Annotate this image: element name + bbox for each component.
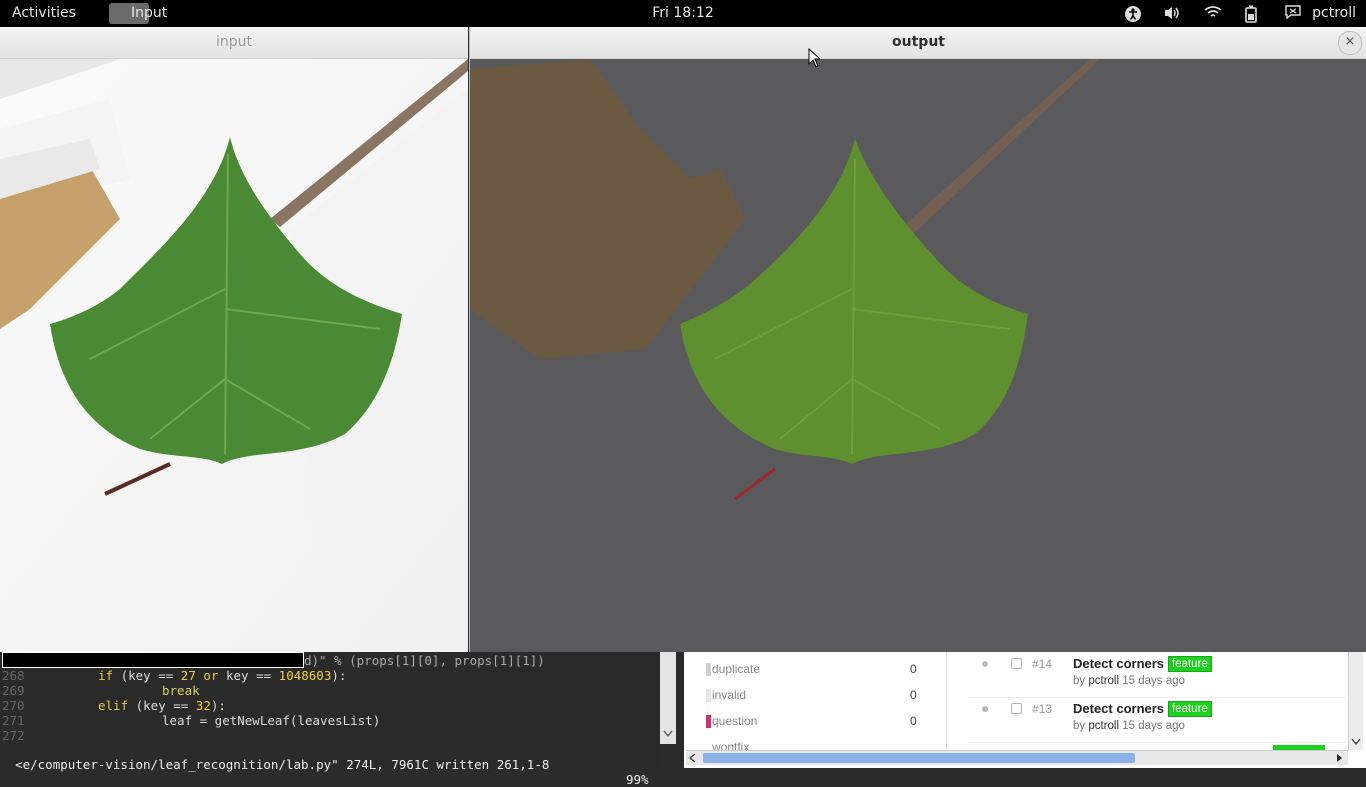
labels-list: duplicate 0 invalid 0 question 0 wontfix… (684, 652, 947, 750)
issue-checkbox[interactable] (1011, 658, 1022, 669)
code-line: elif (key == 32): (98, 698, 226, 713)
battery-icon[interactable] (1245, 5, 1257, 27)
status-percent: 99% (626, 772, 649, 787)
line-number: 269 (2, 683, 25, 698)
line-number: 268 (2, 668, 25, 683)
label-count: 0 (910, 714, 917, 728)
mouse-pointer-icon (808, 47, 822, 72)
label-swatch (706, 689, 711, 702)
cursor-overlay-box (2, 652, 304, 668)
terminal-scrollbar[interactable] (660, 652, 676, 744)
scroll-down-arrow-icon[interactable] (663, 730, 673, 738)
code-line: leaf = getNewLeaf(leavesList) (162, 713, 381, 728)
label-item[interactable]: invalid 0 (706, 688, 917, 702)
label-item[interactable]: duplicate 0 (706, 662, 917, 676)
issue-row[interactable]: #14 Detect corners feature by pctroll 15… (968, 652, 1346, 698)
close-button[interactable]: × (1338, 31, 1362, 55)
issue-number: #14 (1032, 657, 1053, 671)
issue-meta: by pctroll 15 days ago (1073, 675, 1185, 687)
line-number: 270 (2, 698, 25, 713)
issue-row[interactable]: #13 Detect corners feature by pctroll 15… (968, 697, 1346, 743)
volume-icon[interactable] (1163, 5, 1181, 25)
code-line: break (162, 683, 200, 698)
input-window-title[interactable]: input (0, 27, 468, 59)
browser-horizontal-scrollbar[interactable] (686, 750, 1348, 765)
label-swatch (706, 715, 711, 728)
output-window-title[interactable]: output (470, 27, 1366, 59)
network-icon[interactable] (1204, 5, 1222, 23)
browser-vertical-scrollbar[interactable] (1348, 652, 1363, 750)
chat-status-icon[interactable] (1285, 5, 1301, 23)
top-bar: Activities Input Fri 18:12 pctroll (0, 0, 1366, 27)
code-line: if (key == 27 or key == 1048603): (98, 668, 347, 683)
label-name: invalid (712, 688, 747, 702)
issue-label-tag[interactable]: feature (1168, 656, 1212, 672)
issue-author[interactable]: pctroll (1088, 720, 1119, 732)
input-window: input (0, 27, 468, 652)
input-image (0, 59, 468, 652)
scroll-down-arrow-icon[interactable] (1351, 738, 1361, 746)
issue-title[interactable]: Detect corners (1073, 701, 1164, 716)
output-image (470, 59, 1366, 652)
user-menu[interactable]: pctroll (1312, 5, 1356, 21)
label-name: question (712, 714, 758, 728)
issue-checkbox[interactable] (1011, 703, 1022, 714)
issue-status-dot (982, 661, 988, 667)
output-window: output × (469, 27, 1366, 652)
label-count: 0 (910, 688, 917, 702)
status-message: <e/computer-vision/leaf_recognition/lab.… (15, 757, 550, 772)
issue-meta: by pctroll 15 days ago (1073, 720, 1185, 732)
issue-author[interactable]: pctroll (1088, 675, 1119, 687)
vim-status-line: <e/computer-vision/leaf_recognition/lab.… (0, 742, 660, 787)
line-number: 271 (2, 713, 25, 728)
scroll-right-arrow-icon[interactable] (1336, 753, 1344, 763)
issue-status-dot (982, 706, 988, 712)
issues-list: #14 Detect corners feature by pctroll 15… (968, 652, 1346, 751)
label-item[interactable]: question 0 (706, 714, 917, 728)
label-name: duplicate (712, 662, 761, 676)
code-line-tail: d)" % (props[1][0], props[1][1]) (304, 653, 545, 668)
issue-label-tag[interactable]: feature (1168, 701, 1212, 717)
scrollbar-thumb[interactable] (703, 753, 1135, 763)
clock[interactable]: Fri 18:12 (0, 5, 1366, 21)
scroll-left-arrow-icon[interactable] (689, 753, 697, 763)
label-swatch (706, 663, 711, 676)
label-name: wontfix (712, 740, 750, 750)
issue-number: #13 (1032, 702, 1053, 716)
label-item[interactable]: wontfix 0 (712, 740, 749, 750)
accessibility-icon[interactable] (1124, 5, 1142, 27)
line-number: 272 (2, 728, 25, 743)
issue-title[interactable]: Detect corners (1073, 656, 1164, 671)
label-count: 0 (910, 662, 917, 676)
